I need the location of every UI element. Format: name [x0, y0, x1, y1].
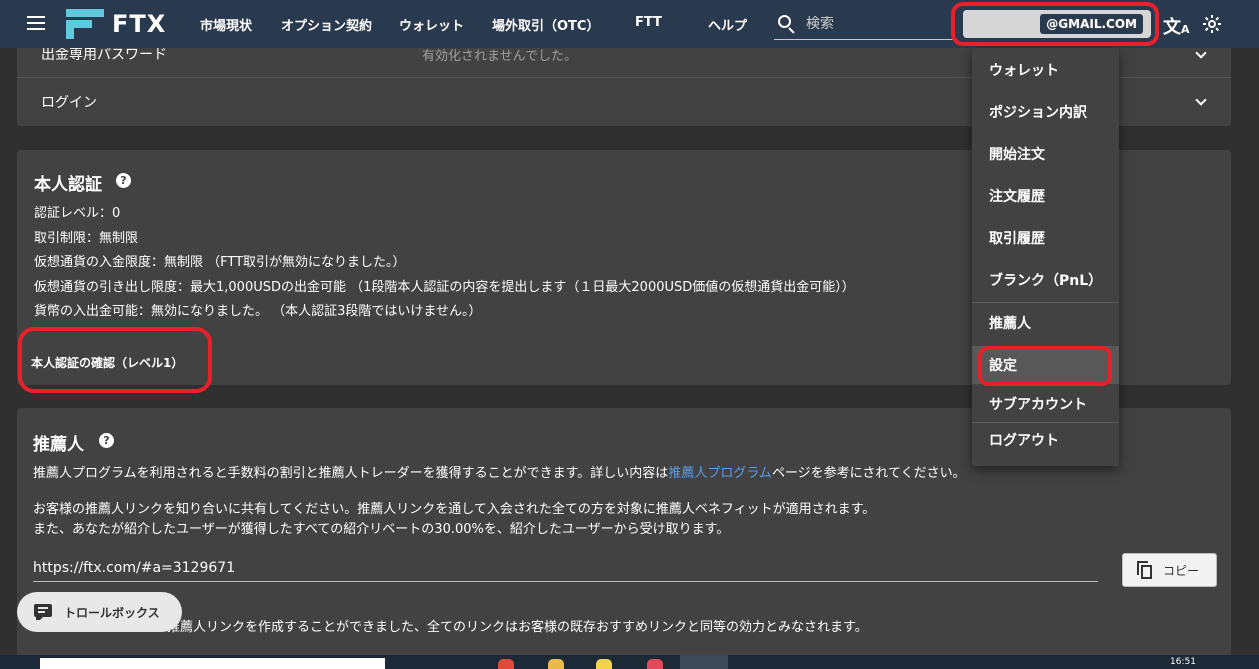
referral-link-created-text: 推薦人リンクを作成することができました、全てのリンクはお客様の既存おすすめリンク… — [167, 620, 868, 635]
referral-title: 推薦人 — [33, 435, 84, 455]
menu-item-order-history[interactable]: 注文履歴 — [972, 177, 1119, 215]
menu-item-positions[interactable]: ポジション内訳 — [972, 93, 1119, 131]
menu-item-pnl[interactable]: ブランク（PnL） — [972, 261, 1119, 299]
help-icon[interactable]: ? — [99, 433, 114, 448]
nav-ftt[interactable]: FTT — [635, 15, 662, 30]
referral-program-link[interactable]: 推薦人プログラム — [668, 466, 772, 481]
menu-item-subaccounts[interactable]: サブアカウント — [972, 385, 1119, 423]
account-email: @GMAIL.COM — [1040, 14, 1143, 34]
taskbar-search[interactable] — [40, 658, 385, 669]
menu-divider — [972, 302, 1119, 303]
menu-item-settings[interactable]: 設定 — [972, 346, 1119, 384]
chevron-down-icon[interactable] — [1195, 47, 1207, 59]
chat-icon — [34, 604, 52, 620]
search-icon[interactable] — [778, 14, 796, 34]
referral-share-text: お客様の推薦人リンクを知り合いに共有してください。推薦人リンクを通して入会された… — [33, 502, 876, 517]
referral-desc: 推薦人プログラムを利用されると手数料の割引と推薦人トレーダーを獲得することができ… — [33, 462, 966, 481]
trollbox-label: トロールボックス — [64, 605, 160, 620]
copy-label: コピー — [1163, 563, 1200, 578]
search-box — [774, 8, 954, 40]
nav-help[interactable]: ヘルプ — [708, 15, 747, 34]
menu-item-wallet[interactable]: ウォレット — [972, 51, 1119, 89]
kyc-crypto-deposit: 仮想通貨の入金限度：無制限 （FTT取引が無効になりました。） — [34, 255, 406, 270]
kyc-level: 認証レベル：0 — [34, 206, 121, 221]
menu-item-logout[interactable]: ログアウト — [972, 421, 1119, 459]
referral-rebate-text: また、あなたが紹介したユーザーが獲得したすべての紹介リベートの30.00%を、紹… — [33, 522, 730, 537]
nav-wallet[interactable]: ウォレット — [399, 15, 464, 34]
os-taskbar: 16:51 — [0, 655, 1259, 669]
menu-item-trade-history[interactable]: 取引履歴 — [972, 219, 1119, 257]
taskbar-app-icon[interactable] — [548, 659, 564, 669]
login-label: ログイン — [41, 95, 97, 111]
brightness-icon[interactable] — [1203, 15, 1221, 33]
logo-text: FTX — [112, 10, 167, 38]
account-button[interactable]: @GMAIL.COM — [963, 10, 1151, 38]
taskbar-app-icon[interactable] — [498, 659, 514, 669]
referral-desc-suffix: ページを参考にされてください。 — [771, 466, 966, 481]
search-input[interactable] — [806, 15, 946, 32]
taskbar-active-app[interactable] — [680, 655, 728, 669]
menu-item-referral[interactable]: 推薦人 — [972, 304, 1119, 342]
kyc-crypto-withdraw: 仮想通貨の引き出し限度：最大1,000USDの出金可能 （1段階本人認証の内容を… — [34, 280, 855, 295]
taskbar-app-icon[interactable] — [647, 659, 663, 669]
kyc-fiat: 貨幣の入出金可能：無効になりました。 （本人認証3段階ではいけません。） — [34, 304, 482, 319]
kyc-title: 本人認証 — [34, 175, 102, 195]
copy-icon — [1137, 561, 1153, 579]
menu-icon[interactable] — [27, 16, 45, 30]
menu-item-open-orders[interactable]: 開始注文 — [972, 135, 1119, 173]
referral-url-underline — [33, 581, 1098, 582]
referral-url[interactable]: https://ftx.com/#a=3129671 — [33, 560, 235, 576]
chevron-down-icon[interactable] — [1195, 94, 1207, 106]
kyc-verify-link[interactable]: 本人認証の確認（レベル1） — [31, 354, 183, 371]
taskbar-app-icon[interactable] — [596, 659, 612, 669]
help-icon[interactable]: ? — [116, 173, 131, 188]
referral-desc-prefix: 推薦人プログラムを利用されると手数料の割引と推薦人トレーダーを獲得することができ… — [33, 466, 669, 481]
nav-options[interactable]: オプション契約 — [281, 15, 372, 34]
taskbar-clock: 16:51 — [1170, 657, 1196, 667]
kyc-trade-limit: 取引制限：無制限 — [34, 231, 139, 246]
nav-market[interactable]: 市場現状 — [200, 15, 252, 34]
ftx-logo-icon — [66, 9, 104, 39]
translate-icon[interactable]: 文A — [1163, 13, 1190, 39]
copy-button[interactable]: コピー — [1122, 553, 1217, 587]
trollbox-button[interactable]: トロールボックス — [17, 592, 182, 632]
nav-otc[interactable]: 場外取引（OTC） — [492, 15, 599, 34]
logo[interactable]: FTX — [66, 9, 166, 39]
top-bar: FTX 市場現状 オプション契約 ウォレット 場外取引（OTC） FTT ヘルプ… — [0, 0, 1259, 48]
account-menu: ウォレット ポジション内訳 開始注文 注文履歴 取引履歴 ブランク（PnL） 推… — [972, 48, 1119, 466]
